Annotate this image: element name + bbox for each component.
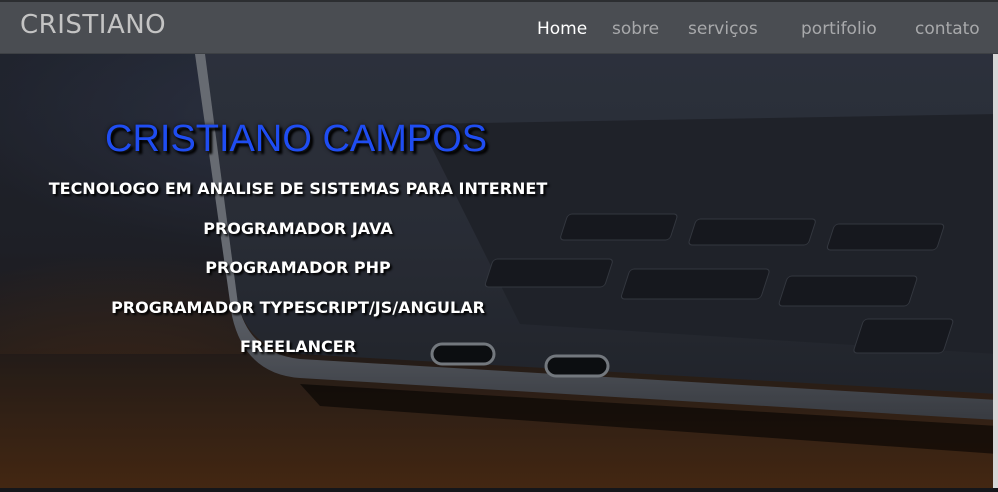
nav-link-portifolio[interactable]: portifolio [801,19,877,39]
nav-menu: Home sobre serviços portifolio contato [0,19,998,43]
window-edge [993,54,998,488]
nav-link-contato[interactable]: contato [915,19,980,39]
hero-subtitle-php: PROGRAMADOR PHP [205,258,391,277]
hero-subtitle-degree: TECNOLOGO EM ANALISE DE SISTEMAS PARA IN… [48,179,548,198]
page-bottom-strip [0,488,998,492]
nav-link-sobre[interactable]: sobre [612,19,659,39]
nav-link-servicos[interactable]: serviços [688,19,758,39]
hero-banner: CRISTIANO CAMPOS TECNOLOGO EM ANALISE DE… [0,54,998,488]
hero-subtitle-typescript: PROGRAMADOR TYPESCRIPT/JS/ANGULAR [111,298,485,317]
hero-text-block: CRISTIANO CAMPOS TECNOLOGO EM ANALISE DE… [0,54,600,488]
hero-title: CRISTIANO CAMPOS [105,118,488,160]
hero-subtitle-java: PROGRAMADOR JAVA [203,219,393,238]
navbar: CRISTIANO Home sobre serviços portifolio… [0,0,998,54]
hero-subtitle-freelancer: FREELANCER [239,337,357,356]
nav-link-home[interactable]: Home [537,19,587,39]
